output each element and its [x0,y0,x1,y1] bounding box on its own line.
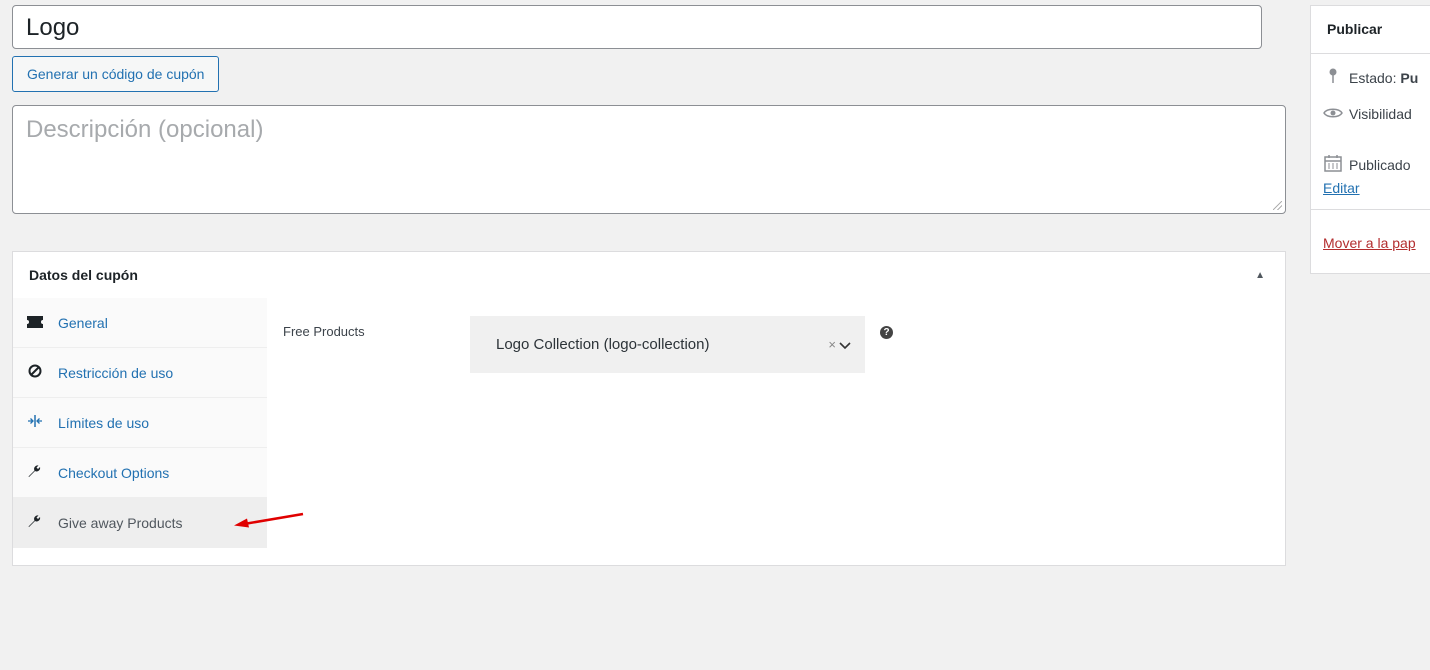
tab-general-label: General [58,314,108,331]
coupon-data-title: Datos del cupón [29,267,138,283]
coupon-data-panel: Datos del cupón ▲ General Restricción de… [12,251,1286,566]
clear-icon[interactable]: × [828,337,836,352]
blocked-icon [27,364,43,381]
status-row: Estado: Pu [1323,68,1418,87]
publish-title: Publicar [1311,6,1430,54]
select-controls: × [828,337,851,353]
edit-date-link[interactable]: Editar [1323,180,1360,196]
description-placeholder: Descripción (opcional) [26,116,264,143]
publish-divider [1311,209,1430,210]
publish-panel: Publicar Estado: Pu Visibilidad Publicad… [1310,5,1430,274]
eye-icon [1323,106,1343,122]
collapse-arrow-icon[interactable]: ▲ [1255,270,1265,281]
tab-usage-restriction[interactable]: Restricción de uso [13,348,267,398]
published-row: Publicado [1323,154,1411,175]
tab-usage-limits[interactable]: Límites de uso [13,398,267,448]
published-label: Publicado [1349,156,1411,173]
generate-coupon-code-button[interactable]: Generar un código de cupón [12,56,220,92]
tab-general[interactable]: General [13,298,267,348]
wrench-icon [27,514,43,531]
visibility-label: Visibilidad [1349,106,1412,122]
pin-icon [1323,68,1343,87]
chevron-down-icon[interactable] [839,337,851,353]
wrench-icon [27,464,43,481]
status-label: Estado: [1349,69,1397,86]
tab-give-away-products[interactable]: Give away Products [13,498,267,548]
limits-icon [27,414,43,431]
coupon-data-tabs: General Restricción de uso Límites de us… [13,298,267,548]
move-to-trash-link[interactable]: Mover a la pap [1323,235,1416,251]
coupon-description-textarea[interactable]: Descripción (opcional) [12,105,1286,214]
tab-give-away-products-label: Give away Products [58,514,183,531]
tab-checkout-options[interactable]: Checkout Options [13,448,267,498]
resize-grip-icon[interactable] [1273,201,1282,210]
free-products-selected-value: Logo Collection (logo-collection) [496,336,710,353]
status-value: Pu [1400,69,1419,86]
tab-usage-restriction-label: Restricción de uso [58,364,174,381]
tab-usage-limits-label: Límites de uso [58,414,150,431]
free-products-select[interactable]: Logo Collection (logo-collection) × [470,316,865,373]
coupon-title-input[interactable]: Logo [12,5,1262,49]
free-products-label: Free Products [283,324,365,339]
coupon-data-header[interactable]: Datos del cupón ▲ [13,252,1285,298]
annotation-arrow-icon [234,512,304,528]
tab-checkout-options-label: Checkout Options [58,464,170,481]
ticket-icon [27,315,43,331]
visibility-row: Visibilidad [1323,106,1412,122]
calendar-icon [1323,154,1343,175]
help-icon[interactable]: ? [880,326,893,339]
